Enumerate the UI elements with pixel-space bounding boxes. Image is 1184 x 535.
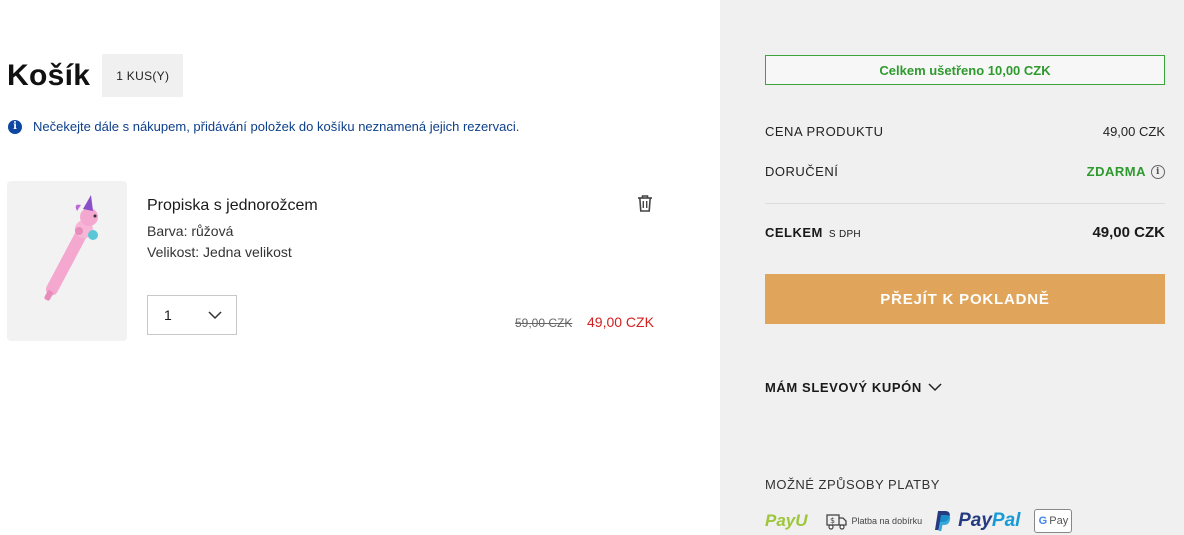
unicorn-pen-icon <box>44 195 98 301</box>
delivery-free-text: ZDARMA <box>1086 164 1146 179</box>
gpay-text: Pay <box>1049 515 1069 527</box>
delete-item-button[interactable] <box>635 193 655 213</box>
delivery-value: ZDARMA i <box>1087 164 1165 179</box>
sale-price: 49,00 CZK <box>587 314 654 330</box>
paypal-p-icon <box>935 511 951 531</box>
google-g-icon: G <box>1038 515 1048 527</box>
total-label-text: CELKEM <box>765 225 823 240</box>
chevron-down-icon <box>928 383 942 392</box>
product-image[interactable] <box>7 181 127 341</box>
total-vat-note: S DPH <box>828 229 861 240</box>
savings-banner: Celkem ušetřeno 10,00 CZK <box>765 55 1165 85</box>
cod-text: Platba na dobírku <box>851 516 923 526</box>
total-value: 49,00 CZK <box>1092 224 1165 241</box>
payu-text: PayU <box>765 511 808 530</box>
checkout-button[interactable]: PŘEJÍT K POKLADNĚ <box>765 274 1165 324</box>
page-title: Košík <box>7 58 91 92</box>
quantity-value: 1 <box>164 307 172 323</box>
info-icon: i <box>8 119 22 134</box>
product-color: Barva: růžová <box>147 223 234 239</box>
quantity-select[interactable]: 1 <box>147 295 237 335</box>
cart-header: Košík 1 KUS(Y) <box>7 54 184 97</box>
reservation-notice: i Nečekejte dále s nákupem, přidávání po… <box>8 119 519 134</box>
product-size: Velikost: Jedna velikost <box>147 244 292 260</box>
svg-text:$: $ <box>830 516 835 525</box>
cart-main: Košík 1 KUS(Y) i Nečekejte dále s nákupe… <box>0 0 720 535</box>
paypal-text-b: Pal <box>991 510 1021 531</box>
total-label: CELKEM S DPH <box>765 225 861 240</box>
total-row: CELKEM S DPH 49,00 CZK <box>765 224 1165 241</box>
cart-item: Propiska s jednorožcem Barva: růžová Vel… <box>7 181 667 341</box>
order-summary: Celkem ušetřeno 10,00 CZK CENA PRODUKTU … <box>720 0 1184 535</box>
delivery-truck-icon: $ <box>825 514 847 530</box>
delivery-label: DORUČENÍ <box>765 164 839 179</box>
payment-methods-title: MOŽNÉ ZPŮSOBY PLATBY <box>765 477 940 492</box>
product-name[interactable]: Propiska s jednorožcem <box>147 197 318 215</box>
paypal-logo: Pay Pal <box>934 510 1020 532</box>
paypal-text-a: Pay <box>958 510 992 531</box>
product-price-label: CENA PRODUKTU <box>765 124 884 139</box>
original-price: 59,00 CZK <box>515 316 573 330</box>
notice-text: Nečekejte dále s nákupem, přidávání polo… <box>33 119 520 134</box>
summary-divider <box>765 203 1165 204</box>
item-count-badge: 1 KUS(Y) <box>102 54 184 97</box>
payu-logo: PayU <box>765 511 808 531</box>
cash-on-delivery-logo: $ Platba na dobírku <box>825 512 923 530</box>
google-pay-logo: G Pay <box>1034 509 1073 533</box>
payment-logos: PayU $ Platba na dobírku Pay Pal G Pay <box>765 508 1073 534</box>
chevron-down-icon <box>208 310 222 319</box>
delivery-info-icon[interactable]: i <box>1151 164 1165 179</box>
product-price-row: CENA PRODUKTU 49,00 CZK <box>765 124 1165 139</box>
product-price-value: 49,00 CZK <box>1102 124 1165 139</box>
coupon-toggle[interactable]: MÁM SLEVOVÝ KUPÓN <box>765 380 942 395</box>
coupon-label: MÁM SLEVOVÝ KUPÓN <box>765 380 922 395</box>
trash-icon <box>638 195 652 212</box>
delivery-row: DORUČENÍ ZDARMA i <box>765 164 1165 179</box>
